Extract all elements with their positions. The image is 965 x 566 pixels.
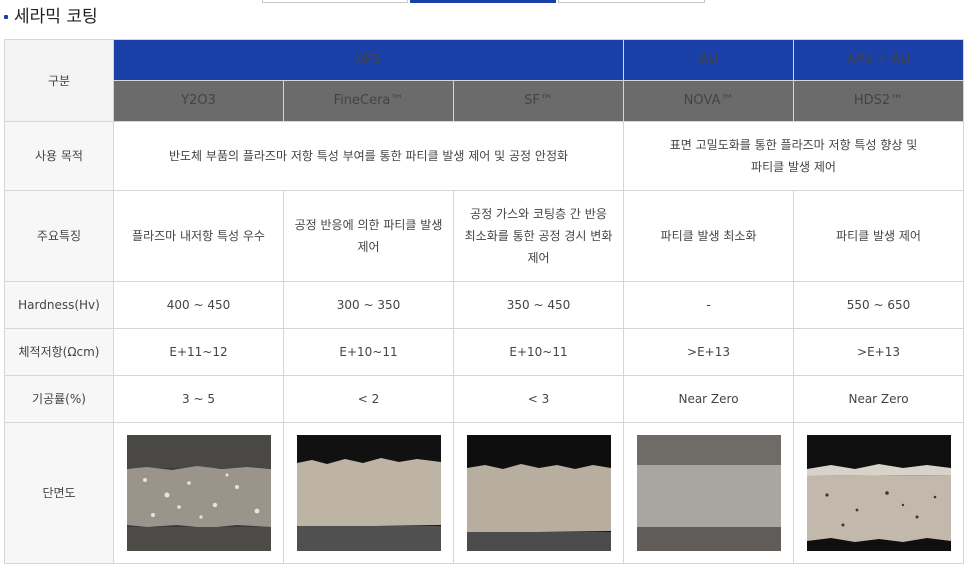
cross-section-image-y2o3 — [126, 435, 271, 551]
resistivity-sf: E+10~11 — [452, 328, 625, 376]
cross-section-image-sf — [466, 435, 611, 551]
purpose-ad: 표면 고밀도화를 통한 플라즈마 저항 특성 향상 및 파티클 발생 제어 — [623, 121, 965, 191]
cross-section-sf — [452, 422, 625, 564]
tab-2-active[interactable] — [410, 0, 556, 3]
hardness-sf: 350 ~ 450 — [452, 281, 625, 329]
features-sf-line2: 최소화를 통한 공정 경시 변화 — [464, 229, 613, 243]
features-sf: 공정 가스와 코팅층 간 반응 최소화를 통한 공정 경시 변화 제어 — [452, 190, 625, 282]
purpose-ad-line1: 표면 고밀도화를 통한 플라즈마 저항 특성 향상 및 — [669, 138, 918, 152]
cross-section-hds2 — [793, 422, 965, 564]
section-heading: 세라믹 코팅 — [4, 6, 98, 28]
porosity-hds2: Near Zero — [793, 375, 965, 423]
features-finecera: 공정 반응에 의한 파티클 발생 제어 — [283, 190, 454, 282]
features-y2o3: 플라즈마 내저항 특성 우수 — [113, 190, 284, 282]
group-ad: AD — [623, 39, 795, 81]
features-y2o3-line1: 플라즈마 내저항 특성 우수 — [132, 229, 265, 243]
tab-1[interactable] — [262, 0, 408, 3]
row-label-hardness: Hardness(Hv) — [4, 281, 114, 329]
row-label-resistivity: 체적저항(Ωcm) — [4, 328, 114, 376]
porosity-finecera: < 2 — [283, 375, 454, 423]
group-aps: APS — [112, 39, 625, 81]
resistivity-nova: >E+13 — [623, 328, 795, 376]
cross-section-y2o3 — [113, 422, 284, 564]
hardness-nova: - — [623, 281, 795, 329]
tab-strip — [262, 0, 705, 3]
cross-section-image-nova — [636, 435, 781, 551]
product-y2o3: Y2O3 — [113, 80, 284, 122]
category-header: 구분 — [4, 39, 114, 122]
purpose-ad-line2: 파티클 발생 제어 — [751, 160, 836, 174]
cross-section-finecera — [283, 422, 454, 564]
coating-spec-table: 구분 APS AD APS + AD Y2O3 FineCera™ SF™ NO… — [4, 39, 965, 564]
section-title: 세라믹 코팅 — [14, 7, 98, 27]
row-label-purpose: 사용 목적 — [4, 121, 114, 191]
row-label-cross-section: 단면도 — [4, 422, 114, 564]
resistivity-y2o3: E+11~12 — [113, 328, 284, 376]
tab-3[interactable] — [558, 0, 705, 3]
features-finecera-line1: 공정 반응에 의한 파티클 발생 — [294, 218, 443, 232]
resistivity-finecera: E+10~11 — [283, 328, 454, 376]
row-label-features: 주요특징 — [4, 190, 114, 282]
product-hds2: HDS2™ — [793, 80, 965, 122]
porosity-sf: < 3 — [452, 375, 625, 423]
hardness-y2o3: 400 ~ 450 — [113, 281, 284, 329]
group-aps-ad: APS + AD — [793, 39, 965, 81]
features-sf-line3: 제어 — [527, 251, 550, 265]
resistivity-hds2: >E+13 — [793, 328, 965, 376]
cross-section-nova — [623, 422, 795, 564]
features-sf-line1: 공정 가스와 코팅층 간 반응 — [470, 207, 607, 221]
features-finecera-line2: 제어 — [357, 240, 380, 254]
product-nova: NOVA™ — [623, 80, 795, 122]
cross-section-image-hds2 — [806, 435, 951, 551]
hardness-hds2: 550 ~ 650 — [793, 281, 965, 329]
row-label-porosity: 기공률(%) — [4, 375, 114, 423]
cross-section-image-finecera — [296, 435, 441, 551]
porosity-nova: Near Zero — [623, 375, 795, 423]
features-hds2: 파티클 발생 제어 — [793, 190, 965, 282]
features-nova-line1: 파티클 발생 최소화 — [660, 229, 757, 243]
features-hds2-line1: 파티클 발생 제어 — [836, 229, 921, 243]
product-finecera: FineCera™ — [283, 80, 454, 122]
purpose-aps: 반도체 부품의 플라즈마 저항 특성 부여를 통한 파티클 발생 제어 및 공정… — [112, 121, 625, 191]
product-sf: SF™ — [452, 80, 625, 122]
bullet-icon — [4, 15, 8, 19]
porosity-y2o3: 3 ~ 5 — [113, 375, 284, 423]
features-nova: 파티클 발생 최소화 — [623, 190, 795, 282]
hardness-finecera: 300 ~ 350 — [283, 281, 454, 329]
